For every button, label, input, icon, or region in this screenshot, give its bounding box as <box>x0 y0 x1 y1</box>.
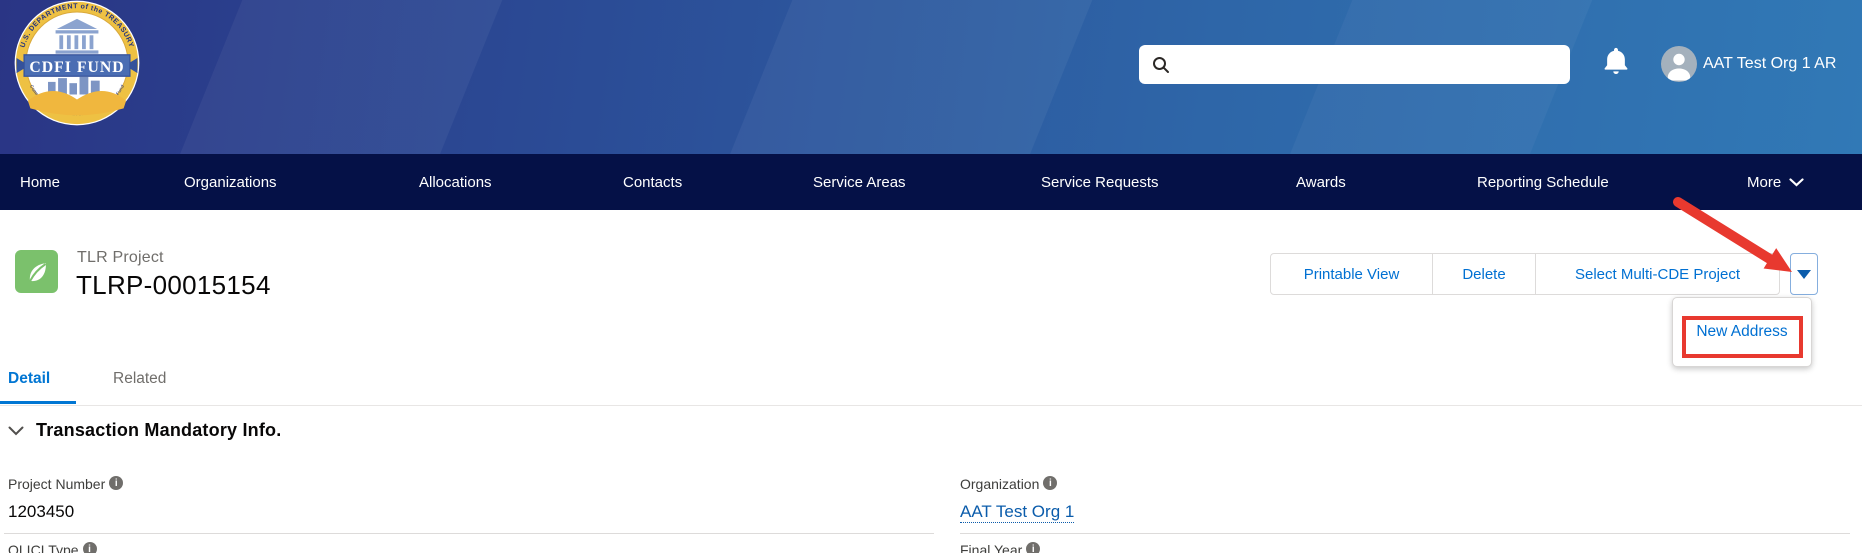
actions-dropdown-button[interactable] <box>1790 253 1818 295</box>
field-underline <box>960 533 1850 534</box>
chevron-down-icon <box>8 426 24 436</box>
menu-item-new-address[interactable]: New Address <box>1696 323 1787 341</box>
search-input[interactable] <box>1179 45 1570 84</box>
info-icon[interactable]: i <box>109 476 123 490</box>
section-transaction-mandatory-info[interactable]: Transaction Mandatory Info. <box>8 420 281 441</box>
organization-value: AAT Test Org 1 <box>960 502 1074 522</box>
nav-item-reporting-schedule[interactable]: Reporting Schedule <box>1477 154 1609 210</box>
info-icon[interactable]: i <box>1043 476 1057 490</box>
user-avatar[interactable] <box>1661 46 1697 82</box>
dropdown-caret-icon <box>1797 270 1811 279</box>
tab-detail[interactable]: Detail <box>8 370 50 388</box>
page-title-record-name: TLRP-00015154 <box>76 270 271 301</box>
active-tab-underline <box>0 401 76 404</box>
tab-bar-divider <box>0 405 1862 406</box>
logo-banner-text: CDFI FUND <box>29 59 124 76</box>
nav-item-service-requests[interactable]: Service Requests <box>1041 154 1159 210</box>
user-avatar-icon <box>1661 46 1697 82</box>
delete-button[interactable]: Delete <box>1432 253 1536 295</box>
actions-dropdown-menu: New Address <box>1672 297 1812 367</box>
primary-navbar: Home Organizations Allocations Contacts … <box>0 154 1862 210</box>
project-number-value: 1203450 <box>8 502 74 522</box>
logo-banner: CDFI FUND <box>17 55 138 76</box>
tlr-project-record-icon <box>15 250 58 293</box>
nav-item-organizations[interactable]: Organizations <box>184 154 277 210</box>
notifications-bell-button[interactable] <box>1600 46 1632 80</box>
info-icon[interactable]: i <box>1026 542 1040 553</box>
info-icon[interactable]: i <box>83 542 97 553</box>
select-multi-cde-project-button[interactable]: Select Multi-CDE Project <box>1535 253 1780 295</box>
entity-label: TLR Project <box>77 249 164 267</box>
cdfi-fund-logo: U.S. DEPARTMENT of the TREASURY Communit… <box>14 0 140 131</box>
organization-link[interactable]: AAT Test Org 1 <box>960 502 1074 523</box>
organization-label: Organization i <box>960 476 1057 492</box>
nav-item-home[interactable]: Home <box>20 154 60 210</box>
nav-item-more[interactable]: More <box>1747 154 1804 210</box>
search-icon <box>1151 55 1171 75</box>
nav-item-contacts[interactable]: Contacts <box>623 154 682 210</box>
header-stripe <box>170 0 511 154</box>
nav-item-awards[interactable]: Awards <box>1296 154 1346 210</box>
user-name[interactable]: AAT Test Org 1 AR <box>1703 55 1836 73</box>
nav-item-allocations[interactable]: Allocations <box>419 154 492 210</box>
header-stripe <box>720 0 1101 154</box>
final-year-label: Final Year i <box>960 542 1040 553</box>
printable-view-button[interactable]: Printable View <box>1270 253 1433 295</box>
nav-item-service-areas[interactable]: Service Areas <box>813 154 906 210</box>
global-search-box <box>1139 45 1570 84</box>
app-window: U.S. DEPARTMENT of the TREASURY Communit… <box>0 0 1862 553</box>
project-number-label: Project Number i <box>8 476 123 492</box>
notifications-bell-icon <box>1601 46 1631 78</box>
tab-related[interactable]: Related <box>113 370 166 388</box>
section-title: Transaction Mandatory Info. <box>36 420 281 441</box>
field-underline <box>4 533 934 534</box>
qlici-type-label: QLICI Type i <box>8 542 97 553</box>
leaf-record-icon <box>22 257 52 287</box>
chevron-down-icon <box>1789 178 1804 187</box>
global-header: U.S. DEPARTMENT of the TREASURY Communit… <box>0 0 1862 154</box>
